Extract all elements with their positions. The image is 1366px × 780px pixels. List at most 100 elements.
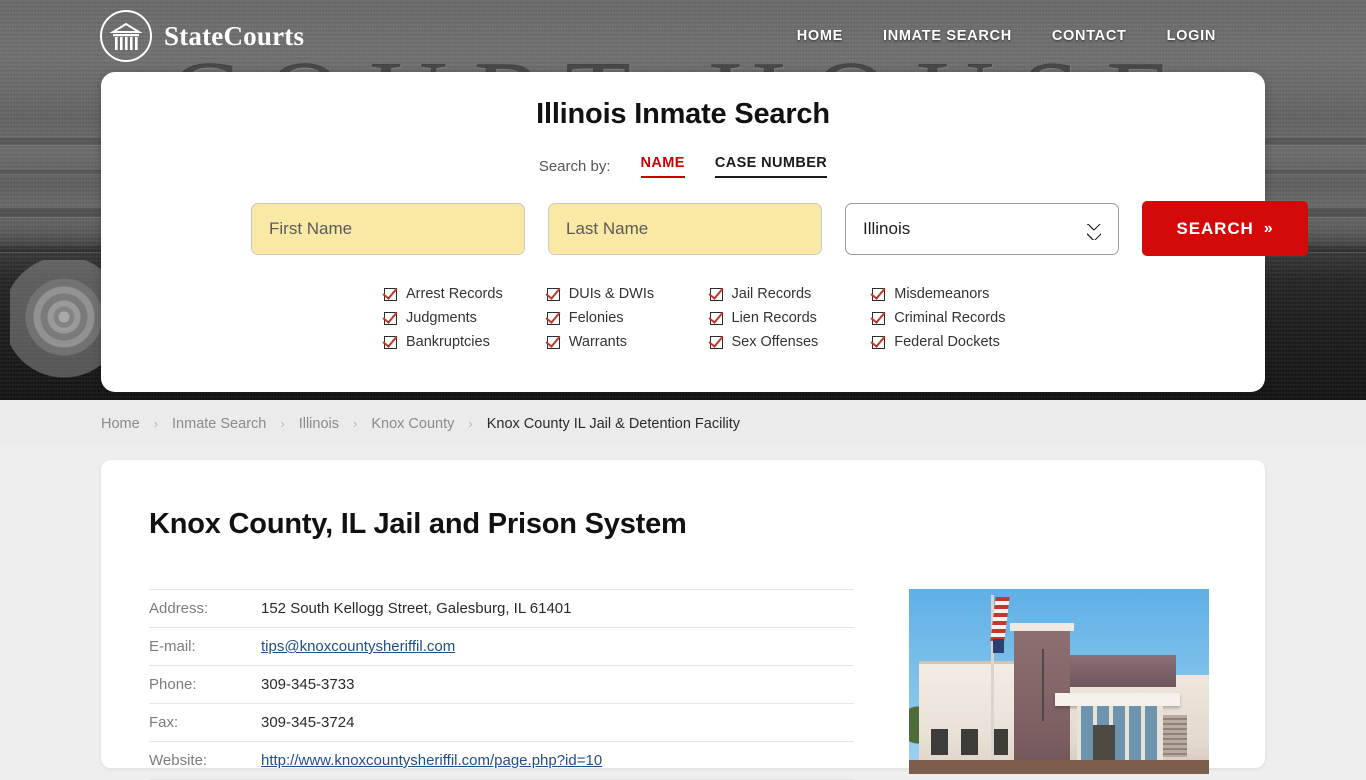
record-type-label: Criminal Records: [894, 310, 1006, 326]
detail-value-website: http://www.knoxcountysheriffil.com/page.…: [261, 742, 854, 780]
detail-key: Fax:: [149, 714, 179, 731]
chevron-right-icon: ›: [468, 416, 473, 431]
brand-name: StateCourts: [164, 20, 305, 51]
breadcrumb-item-illinois[interactable]: Illinois: [299, 416, 339, 432]
checkbox-checked-icon: [872, 311, 886, 325]
photo-second-flag: [993, 639, 1004, 653]
checkbox-checked-icon: [709, 335, 723, 349]
checkbox-checked-icon: [872, 287, 886, 301]
table-row: E-mail: tips@knoxcountysheriffil.com: [149, 628, 854, 666]
email-link[interactable]: tips@knoxcountysheriffil.com: [261, 638, 455, 655]
record-type-item[interactable]: Bankruptcies: [384, 330, 547, 354]
detail-value-email: tips@knoxcountysheriffil.com: [261, 628, 854, 666]
search-button-label: SEARCH: [1176, 218, 1254, 238]
record-type-item[interactable]: Arrest Records: [384, 282, 547, 306]
detail-key: Phone:: [149, 676, 197, 693]
website-link[interactable]: http://www.knoxcountysheriffil.com/page.…: [261, 752, 602, 769]
checkbox-checked-icon: [546, 335, 560, 349]
record-type-item[interactable]: Judgments: [384, 306, 547, 330]
record-type-item[interactable]: DUIs & DWIs: [546, 282, 710, 306]
detail-value-address: 152 South Kellogg Street, Galesburg, IL …: [261, 600, 572, 617]
main-nav: HOME INMATE SEARCH CONTACT LOGIN: [797, 28, 1216, 44]
last-name-input[interactable]: [548, 202, 822, 255]
detail-key: Address:: [149, 600, 209, 617]
photo-wall-louver: [1163, 715, 1187, 757]
brand-logo-link[interactable]: StateCourts: [100, 10, 304, 62]
nav-item-home[interactable]: HOME: [797, 28, 843, 44]
record-type-item[interactable]: Jail Records: [709, 282, 873, 306]
checkbox-checked-icon: [709, 311, 723, 325]
record-type-label: Felonies: [568, 310, 624, 326]
facility-content-card: Knox County, IL Jail and Prison System A…: [101, 460, 1265, 780]
checkbox-checked-icon: [546, 287, 560, 301]
nav-item-inmate-search[interactable]: INMATE SEARCH: [883, 28, 1012, 44]
nav-item-contact[interactable]: CONTACT: [1052, 28, 1127, 44]
record-type-label: Judgments: [406, 310, 477, 326]
double-chevron-right-icon: »: [1263, 219, 1274, 237]
photo-ground: [909, 760, 1209, 774]
hero-section: COURT HOUSE StateCourts HOME INMATE SEAR…: [0, 0, 1366, 400]
photo-tower-cap: [1010, 623, 1074, 631]
tab-case-number[interactable]: CASE NUMBER: [714, 155, 828, 178]
table-row: Phone: 309-345-3733: [149, 666, 854, 704]
record-type-label: Lien Records: [731, 310, 817, 326]
record-type-label: Sex Offenses: [731, 334, 819, 350]
search-by-label: Search by:: [538, 158, 611, 175]
photo-upper-facade: [1070, 655, 1176, 687]
chevron-right-icon: ›: [153, 416, 159, 431]
record-type-label: DUIs & DWIs: [568, 286, 655, 302]
record-type-label: Bankruptcies: [406, 334, 490, 350]
record-type-item[interactable]: Warrants: [546, 330, 710, 354]
page-title: Knox County, IL Jail and Prison System: [149, 508, 687, 540]
detail-value-fax: 309-345-3724: [261, 714, 355, 731]
detail-key: Website:: [149, 752, 208, 769]
record-type-item[interactable]: Criminal Records: [872, 306, 1035, 330]
nav-item-login[interactable]: LOGIN: [1167, 28, 1216, 44]
detail-value-phone: 309-345-3733: [261, 676, 355, 693]
tab-name[interactable]: NAME: [640, 155, 685, 178]
detail-key: E-mail:: [149, 638, 196, 655]
table-row: Fax: 309-345-3724: [149, 704, 854, 742]
checkbox-checked-icon: [384, 335, 397, 349]
record-type-label: Jail Records: [731, 286, 812, 302]
checkbox-checked-icon: [384, 287, 397, 301]
search-button[interactable]: SEARCH »: [1142, 201, 1308, 256]
chevron-right-icon: ›: [352, 416, 358, 431]
breadcrumb: Home › Inmate Search › Illinois › Knox C…: [0, 400, 1366, 447]
table-row: Address: 152 South Kellogg Street, Gales…: [149, 589, 854, 628]
search-by-row: Search by: NAME CASE NUMBER: [101, 155, 1265, 178]
record-type-item[interactable]: Sex Offenses: [709, 330, 873, 354]
checkbox-checked-icon: [872, 335, 886, 349]
facility-details-wrap: Address: 152 South Kellogg Street, Gales…: [149, 589, 1217, 780]
breadcrumb-item-knox-county[interactable]: Knox County: [371, 416, 454, 432]
photo-window: [961, 729, 978, 755]
breadcrumb-item-inmate-search[interactable]: Inmate Search: [172, 416, 266, 432]
photo-window: [931, 729, 948, 755]
breadcrumb-item-home[interactable]: Home: [101, 416, 140, 432]
table-row: Website: http://www.knoxcountysheriffil.…: [149, 742, 854, 780]
photo-entry-canopy: [1055, 693, 1180, 706]
first-name-input[interactable]: [251, 202, 525, 255]
checkbox-checked-icon: [709, 287, 723, 301]
record-type-item[interactable]: Lien Records: [709, 306, 873, 330]
facility-details-table: Address: 152 South Kellogg Street, Gales…: [149, 589, 854, 780]
courthouse-circle-icon: [100, 10, 152, 62]
checkbox-checked-icon: [546, 311, 560, 325]
breadcrumb-item-current: Knox County IL Jail & Detention Facility: [486, 415, 741, 432]
search-card-title: Illinois Inmate Search: [536, 98, 830, 130]
record-type-item[interactable]: Federal Dockets: [872, 330, 1035, 354]
photo-mast: [1042, 649, 1044, 721]
record-type-label: Federal Dockets: [894, 334, 1000, 350]
record-type-label: Warrants: [568, 334, 628, 350]
record-type-item[interactable]: Felonies: [546, 306, 710, 330]
record-type-label: Misdemeanors: [894, 286, 990, 302]
record-type-label: Arrest Records: [406, 286, 503, 302]
state-select[interactable]: Illinois: [845, 202, 1119, 255]
facility-photo: [909, 589, 1209, 774]
chevron-right-icon: ›: [280, 416, 285, 431]
search-form: Illinois SEARCH »: [101, 201, 1308, 256]
record-types-list: Arrest Records DUIs & DWIs Jail Records …: [101, 256, 1265, 354]
checkbox-checked-icon: [384, 311, 397, 325]
record-type-item[interactable]: Misdemeanors: [872, 282, 1035, 306]
inmate-search-card: Illinois Inmate Search Search by: NAME C…: [101, 72, 1308, 392]
